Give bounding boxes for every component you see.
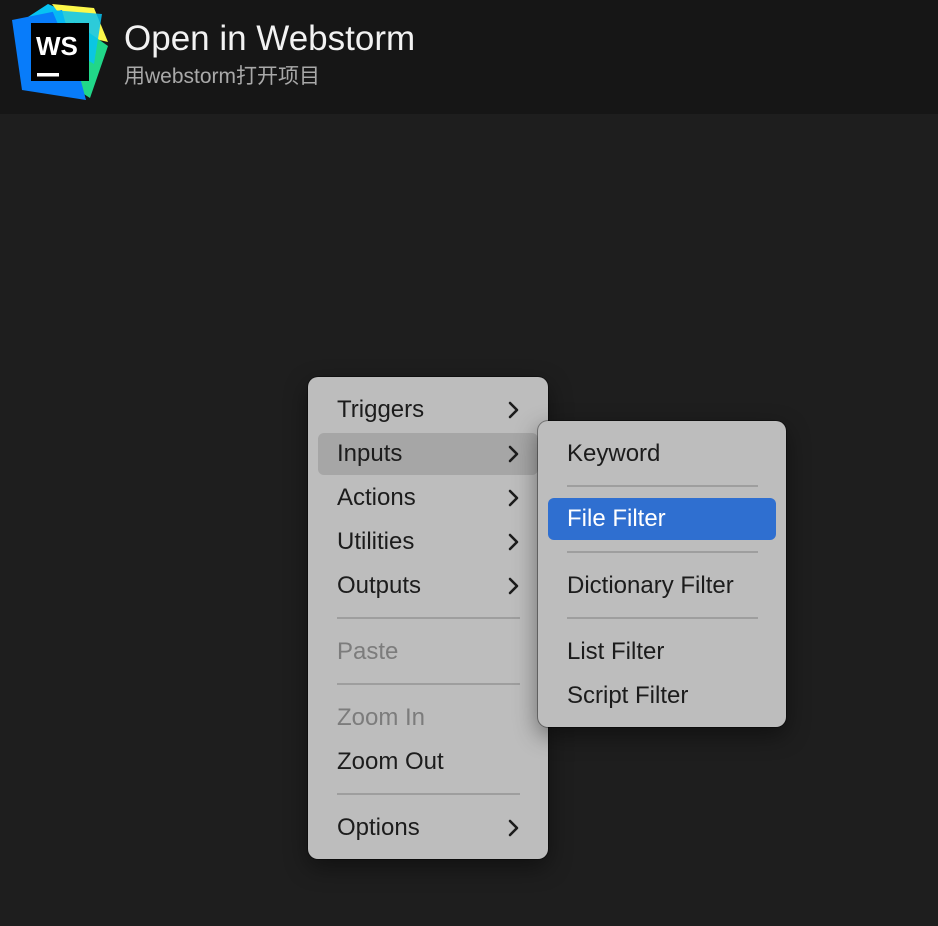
submenu-item-keyword[interactable]: Keyword xyxy=(548,433,776,475)
menu-separator xyxy=(567,485,758,487)
submenu-item-label: Script Filter xyxy=(567,682,689,709)
submenu-item-list-filter[interactable]: List Filter xyxy=(548,631,776,673)
menu-item-label: Inputs xyxy=(337,440,403,467)
submenu-item-label: Keyword xyxy=(567,440,661,467)
menu-item-label: Actions xyxy=(337,484,416,511)
menu-item-label: Paste xyxy=(337,638,399,665)
logo-text: WS xyxy=(36,31,78,61)
menu-separator xyxy=(337,793,520,795)
menu-item-label: Zoom Out xyxy=(337,748,444,775)
menu-item-label: Options xyxy=(337,814,420,841)
menu-item-zoom-out[interactable]: Zoom Out xyxy=(318,741,538,783)
menu-item-label: Zoom In xyxy=(337,704,426,731)
chevron-right-icon xyxy=(508,533,519,551)
menu-separator xyxy=(337,683,520,685)
menu-item-label: Utilities xyxy=(337,528,415,555)
menu-item-options[interactable]: Options xyxy=(318,807,538,849)
context-menu: Triggers Inputs Actions Utilities Output… xyxy=(308,377,548,859)
menu-item-triggers[interactable]: Triggers xyxy=(318,389,538,431)
menu-item-label: Outputs xyxy=(337,572,422,599)
submenu-item-label: File Filter xyxy=(567,505,666,532)
workflow-title: Open in Webstorm xyxy=(124,19,416,58)
submenu-item-label: List Filter xyxy=(567,638,665,665)
menu-item-inputs[interactable]: Inputs xyxy=(318,433,538,475)
submenu-item-script-filter[interactable]: Script Filter xyxy=(548,675,776,717)
menu-separator xyxy=(567,617,758,619)
chevron-right-icon xyxy=(508,577,519,595)
chevron-right-icon xyxy=(508,819,519,837)
chevron-right-icon xyxy=(508,489,519,507)
submenu-item-file-filter[interactable]: File Filter xyxy=(548,498,776,540)
submenu-item-dictionary-filter[interactable]: Dictionary Filter xyxy=(548,565,776,607)
submenu-item-label: Dictionary Filter xyxy=(567,572,734,599)
workflow-header: WS Open in Webstorm 用webstorm打开项目 xyxy=(0,0,938,114)
menu-item-paste: Paste xyxy=(318,631,538,673)
inputs-submenu: Keyword File Filter Dictionary Filter Li… xyxy=(538,421,786,727)
menu-item-outputs[interactable]: Outputs xyxy=(318,565,538,607)
chevron-right-icon xyxy=(508,445,519,463)
menu-item-zoom-in: Zoom In xyxy=(318,697,538,739)
menu-separator xyxy=(337,617,520,619)
menu-item-label: Triggers xyxy=(337,396,425,423)
menu-item-actions[interactable]: Actions xyxy=(318,477,538,519)
menu-item-utilities[interactable]: Utilities xyxy=(318,521,538,563)
workflow-subtitle: 用webstorm打开项目 xyxy=(124,65,321,88)
chevron-right-icon xyxy=(508,401,519,419)
menu-separator xyxy=(567,551,758,553)
webstorm-logo-icon: WS xyxy=(12,4,108,100)
